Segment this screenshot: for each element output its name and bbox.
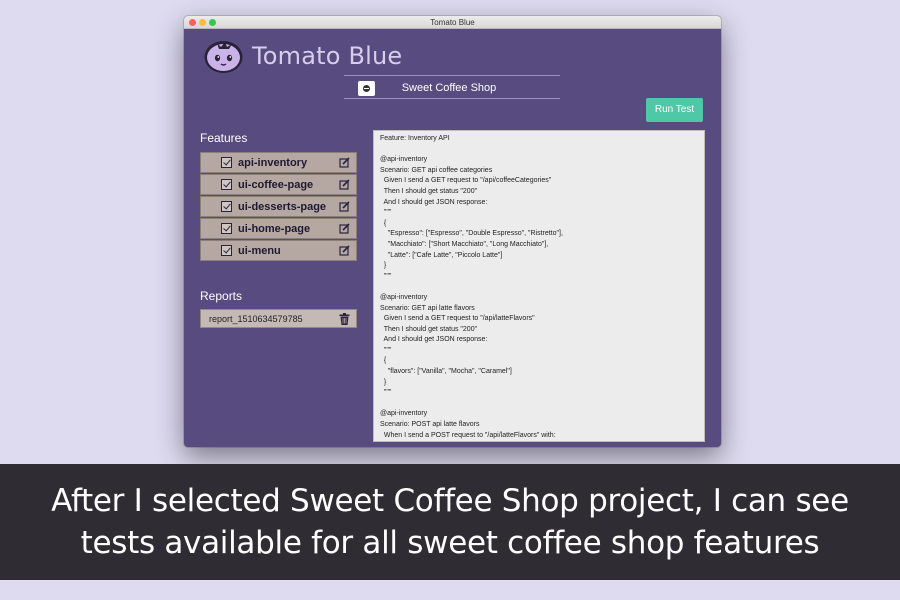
feature-checkbox[interactable] <box>221 179 232 190</box>
reports-heading: Reports <box>200 289 243 303</box>
feature-item[interactable]: ui-home-page <box>200 218 357 239</box>
feature-label: ui-desserts-page <box>238 200 327 213</box>
edit-icon[interactable] <box>339 245 350 256</box>
minus-circle-icon <box>363 85 370 92</box>
title-bar: Tomato Blue <box>184 16 721 29</box>
caption-text: After I selected Sweet Coffee Shop proje… <box>51 483 849 561</box>
tomato-mascot-icon <box>204 41 243 73</box>
trash-icon[interactable] <box>339 312 350 325</box>
report-label: report_1510634579785 <box>209 313 303 324</box>
caption-bar: After I selected Sweet Coffee Shop proje… <box>0 464 900 580</box>
feature-item[interactable]: ui-menu <box>200 240 357 261</box>
feature-checkbox[interactable] <box>221 245 232 256</box>
feature-label: ui-coffee-page <box>238 178 314 191</box>
feature-label: ui-menu <box>238 244 281 257</box>
window-title: Tomato Blue <box>430 18 475 27</box>
feature-checkbox[interactable] <box>221 201 232 212</box>
feature-file-content: Feature: Inventory API @api-inventory Sc… <box>380 135 563 439</box>
edit-icon[interactable] <box>339 223 350 234</box>
project-menu-button[interactable] <box>358 81 375 96</box>
feature-label: api-inventory <box>238 156 308 169</box>
selected-project[interactable]: Sweet Coffee Shop <box>384 81 514 96</box>
feature-item[interactable]: ui-coffee-page <box>200 174 357 195</box>
project-divider <box>344 75 560 76</box>
feature-checkbox[interactable] <box>221 223 232 234</box>
feature-item[interactable]: ui-desserts-page <box>200 196 357 217</box>
feature-label: ui-home-page <box>238 222 311 235</box>
project-divider <box>344 98 560 99</box>
edit-icon[interactable] <box>339 157 350 168</box>
edit-icon[interactable] <box>339 179 350 190</box>
features-heading: Features <box>200 131 248 145</box>
feature-checkbox[interactable] <box>221 157 232 168</box>
report-item[interactable]: report_1510634579785 <box>200 309 357 328</box>
app-name: Tomato Blue <box>252 42 403 70</box>
run-test-button[interactable]: Run Test <box>646 98 703 122</box>
app-window: Tomato Blue Tomato Blue Sweet Coffee Sho… <box>184 16 721 447</box>
feature-item[interactable]: api-inventory <box>200 152 357 173</box>
feature-file-editor[interactable]: Feature: Inventory API @api-inventory Sc… <box>373 130 705 442</box>
edit-icon[interactable] <box>339 201 350 212</box>
